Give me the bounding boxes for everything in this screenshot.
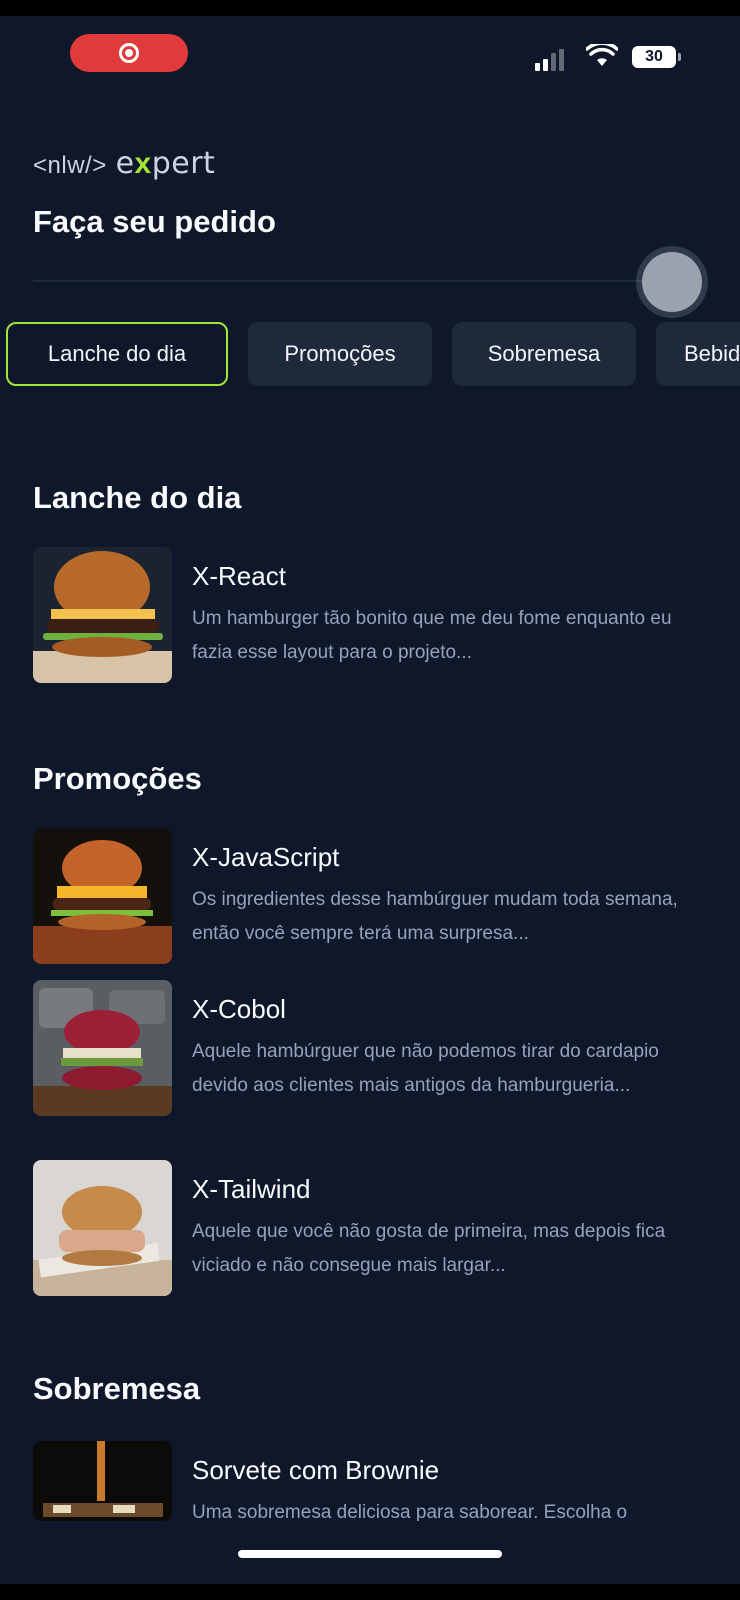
cellular-signal-icon — [535, 49, 564, 71]
page-title: Faça seu pedido — [33, 204, 276, 239]
product-description: Um hamburger tão bonito que me deu fome … — [192, 608, 672, 663]
section-title-lanche-do-dia: Lanche do dia — [33, 480, 242, 515]
battery-icon: 30 — [632, 46, 681, 68]
wifi-icon — [586, 44, 618, 66]
product-image — [33, 1441, 172, 1521]
logo-x: x — [134, 147, 152, 180]
product-description: Uma sobremesa deliciosa para saborear. E… — [192, 1502, 628, 1521]
category-tabs: Lanche do dia Promoções Sobremesa Bebida… — [6, 322, 740, 386]
home-indicator[interactable] — [238, 1550, 502, 1558]
category-chip-lanche-do-dia[interactable]: Lanche do dia — [6, 322, 228, 386]
product-image — [33, 1160, 172, 1296]
logo-rest: pert — [151, 146, 216, 181]
product-description: Aquele hambúrguer que não podemos tirar … — [192, 1041, 659, 1096]
product-name: X-React — [192, 561, 286, 591]
product-image — [33, 828, 172, 964]
section-title-sobremesa: Sobremesa — [33, 1371, 201, 1406]
category-chip-bebidas[interactable]: Bebidas — [656, 322, 740, 386]
product-name: X-Cobol — [192, 994, 286, 1024]
product-image — [33, 547, 172, 683]
product-name: X-Tailwind — [192, 1174, 311, 1204]
app-screen: 30 <nlw/> expert Faça seu pedido Lanche … — [0, 16, 740, 1584]
product-card[interactable]: X-Tailwind Aquele que você não gosta de … — [33, 1160, 713, 1296]
section-title-promocoes: Promoções — [33, 761, 202, 796]
battery-level: 30 — [645, 48, 663, 65]
category-chip-sobremesa[interactable]: Sobremesa — [452, 322, 636, 386]
product-card[interactable]: X-JavaScript Os ingredientes desse hambú… — [33, 828, 713, 964]
product-card[interactable]: X-React Um hamburger tão bonito que me d… — [33, 547, 713, 683]
product-card[interactable]: Sorvete com Brownie Uma sobremesa delici… — [33, 1441, 713, 1521]
logo-tag: <nlw/> — [33, 152, 107, 179]
screen-record-indicator[interactable] — [70, 34, 188, 72]
product-description: Aquele que você não gosta de primeira, m… — [192, 1221, 666, 1276]
product-name: X-JavaScript — [192, 842, 340, 872]
logo-e: e — [115, 146, 135, 181]
product-name: Sorvete com Brownie — [192, 1455, 440, 1485]
screen-record-icon — [119, 43, 139, 63]
touch-indicator — [642, 252, 702, 312]
product-description: Os ingredientes desse hambúrguer mudam t… — [192, 889, 678, 944]
product-card[interactable]: X-Cobol Aquele hambúrguer que não podemo… — [33, 980, 713, 1116]
header-divider — [33, 280, 673, 282]
nlw-expert-logo: <nlw/> expert — [33, 146, 215, 181]
category-chip-promocoes[interactable]: Promoções — [248, 322, 432, 386]
product-image — [33, 980, 172, 1116]
